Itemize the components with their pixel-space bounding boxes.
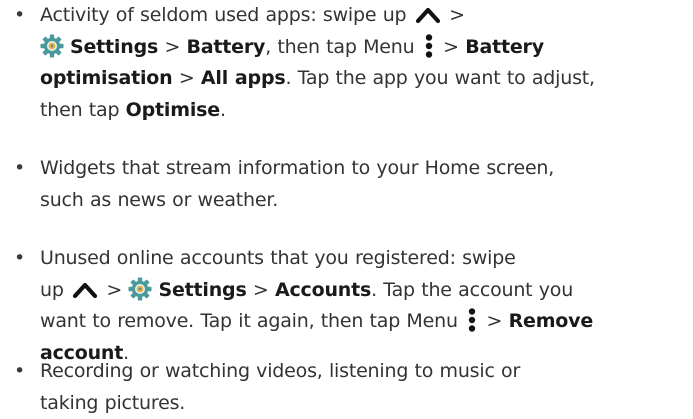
vertical-dots-menu-icon — [466, 307, 478, 333]
list-item-text: Widgets that stream information to your … — [40, 153, 690, 216]
text-line: Activity of seldom used apps: swipe up > — [40, 0, 690, 32]
text-line: Unused online accounts that you register… — [40, 243, 690, 275]
separator: > — [164, 36, 180, 58]
bullet: • — [14, 243, 25, 275]
separator: > — [487, 310, 503, 332]
separator: > — [106, 279, 122, 301]
settings-label: Settings — [158, 279, 246, 301]
chevron-up-icon — [415, 4, 441, 26]
text-run: Activity of seldom used apps: swipe up — [40, 4, 406, 26]
separator: > — [179, 67, 195, 89]
list-item-text: Recording or watching videos, listening … — [40, 356, 690, 419]
text-line: want to remove. Tap it again, then tap M… — [40, 306, 690, 338]
chevron-up-icon — [72, 279, 98, 301]
list-item-text: Unused online accounts that you register… — [40, 243, 690, 369]
text-line: such as news or weather. — [40, 185, 690, 217]
settings-gear-icon — [40, 34, 64, 58]
text-run: , then tap Menu — [265, 36, 414, 58]
bullet: • — [14, 0, 25, 32]
separator: > — [443, 36, 459, 58]
battery-optimisation-label: Battery — [465, 36, 544, 58]
all-apps-label: All apps — [201, 67, 286, 89]
separator: > — [449, 4, 465, 26]
text-line: optimisation > All apps. Tap the app you… — [40, 63, 690, 95]
battery-optimisation-label: optimisation — [40, 67, 172, 89]
text-line: Recording or watching videos, listening … — [40, 356, 690, 388]
optimise-label: Optimise — [126, 99, 220, 121]
bullet: • — [14, 153, 25, 185]
text-line: up > — [40, 275, 690, 307]
text-line: Widgets that stream information to your … — [40, 153, 690, 185]
separator: > — [253, 279, 269, 301]
accounts-label: Accounts — [275, 279, 371, 301]
settings-gear-icon — [128, 277, 152, 301]
text-run: . Tap the account you — [371, 279, 573, 301]
text-run: want to remove. Tap it again, then tap M… — [40, 310, 458, 332]
remove-account-label: Remove — [509, 310, 593, 332]
text-line: Settings > Battery, then tap Menu > Batt… — [40, 32, 690, 64]
vertical-dots-menu-icon — [423, 33, 435, 59]
text-run: . — [220, 99, 226, 121]
bullet: • — [14, 356, 25, 388]
list-item-text: Activity of seldom used apps: swipe up > — [40, 0, 690, 126]
settings-label: Settings — [70, 36, 158, 58]
text-run: up — [40, 279, 64, 301]
battery-label: Battery — [187, 36, 266, 58]
text-run: then tap — [40, 99, 119, 121]
text-line: taking pictures. — [40, 388, 690, 419]
text-run: . Tap the app you want to adjust, — [285, 67, 594, 89]
text-line: then tap Optimise. — [40, 95, 690, 127]
